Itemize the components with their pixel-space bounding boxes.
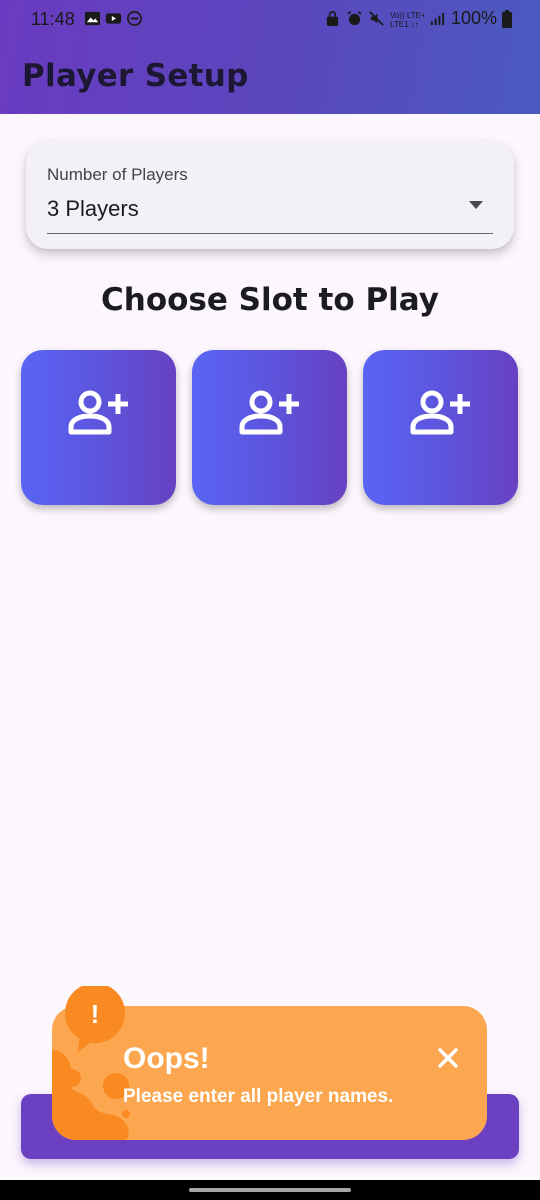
svg-text:LTE1 ↓↑: LTE1 ↓↑ <box>390 20 419 28</box>
status-bar: 11:48 Vo)) LTE+ LTE1 ↓↑ 100% <box>0 0 540 40</box>
status-left-icons <box>84 10 143 27</box>
add-person-icon <box>68 390 128 434</box>
image-icon <box>84 11 101 26</box>
alarm-icon <box>347 11 362 26</box>
svg-text:!: ! <box>91 999 100 1029</box>
dnd-icon <box>127 11 142 26</box>
player-slots <box>21 350 518 505</box>
toast-message: Please enter all player names. <box>123 1086 394 1107</box>
svg-text:Vo)) LTE+: Vo)) LTE+ <box>390 11 424 20</box>
players-count-dropdown[interactable]: Number of Players 3 Players <box>26 140 514 249</box>
toast-title: Oops! <box>123 1042 210 1075</box>
add-person-icon <box>239 390 299 434</box>
youtube-icon <box>105 13 122 24</box>
lock-icon <box>326 11 339 27</box>
page-title: Player Setup <box>22 58 249 94</box>
system-nav-bar <box>0 1180 540 1200</box>
mute-icon <box>369 11 384 26</box>
status-time: 11:48 <box>31 9 75 29</box>
app-bar: 11:48 Vo)) LTE+ LTE1 ↓↑ 100% Player Setup <box>0 0 540 114</box>
player-slot-3[interactable] <box>363 350 518 505</box>
dropdown-selected-value[interactable]: 3 Players <box>47 196 139 222</box>
signal-icon <box>430 12 445 26</box>
player-slot-1[interactable] <box>21 350 176 505</box>
warning-bubble-icon: ! <box>65 986 125 1052</box>
close-icon[interactable] <box>436 1046 460 1070</box>
status-right-icons: Vo)) LTE+ LTE1 ↓↑ 100% <box>324 8 512 29</box>
add-person-icon <box>410 390 470 434</box>
section-title: Choose Slot to Play <box>101 282 439 318</box>
battery-icon <box>502 9 512 28</box>
home-gesture-handle[interactable] <box>189 1188 351 1192</box>
player-slot-2[interactable] <box>192 350 347 505</box>
dropdown-underline <box>47 233 493 234</box>
dropdown-arrow-icon[interactable] <box>468 200 484 210</box>
volte-icon: Vo)) LTE+LTE1 ↓↑ <box>390 11 424 28</box>
dropdown-label: Number of Players <box>47 165 188 184</box>
battery-level: 100% <box>450 8 497 28</box>
